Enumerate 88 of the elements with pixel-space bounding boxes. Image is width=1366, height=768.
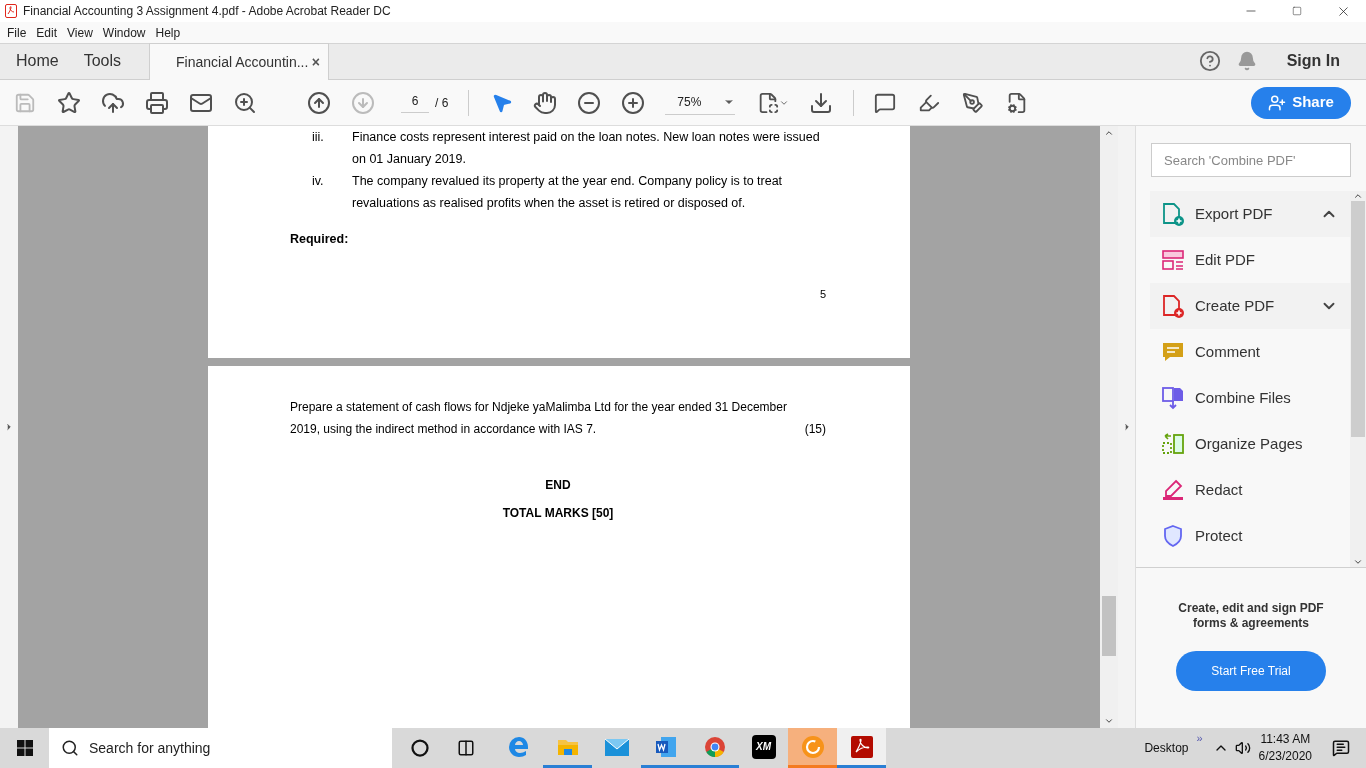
- scroll-down-icon[interactable]: [1353, 557, 1363, 567]
- cortana-icon[interactable]: [411, 739, 429, 757]
- start-trial-button[interactable]: Start Free Trial: [1176, 651, 1326, 691]
- shield-icon: [1161, 524, 1185, 548]
- zoom-out-icon[interactable]: [577, 90, 602, 115]
- hand-icon[interactable]: [533, 90, 558, 115]
- add-user-icon: [1268, 93, 1287, 112]
- scroll-down-icon[interactable]: [1104, 716, 1114, 726]
- word-icon: [653, 734, 678, 759]
- tool-item[interactable]: Edit PDF: [1150, 237, 1350, 283]
- task-view-icon[interactable]: [457, 739, 475, 757]
- promo-text: Create, edit and sign PDF forms & agreements: [1177, 601, 1325, 631]
- scrollbar-thumb[interactable]: [1102, 596, 1116, 656]
- list-marker: iii.: [311, 129, 325, 146]
- search-icon[interactable]: [233, 90, 257, 115]
- menu-item[interactable]: Help: [150, 23, 186, 42]
- tool-item[interactable]: Protect: [1150, 513, 1350, 559]
- window-title: Financial Accounting 3 Assignment 4.pdf - Adobe Acrobat Reader DC: [23, 3, 391, 20]
- help-icon[interactable]: [1198, 50, 1221, 72]
- tool-item[interactable]: Create PDF: [1150, 283, 1350, 329]
- tool-item[interactable]: Redact: [1150, 467, 1350, 513]
- edit-layout-icon: [1161, 248, 1185, 272]
- share-button[interactable]: Share: [1251, 86, 1351, 119]
- zoom-dropdown[interactable]: 75%: [665, 90, 736, 115]
- chrome-icon: [702, 734, 727, 759]
- taskbar-app[interactable]: XM: [739, 728, 788, 768]
- menu-item[interactable]: Edit: [31, 23, 63, 42]
- previous-page-icon[interactable]: [307, 90, 331, 115]
- comment-icon: [1161, 340, 1185, 364]
- page-number-field[interactable]: 6: [401, 92, 429, 113]
- pen-icon[interactable]: [962, 91, 985, 114]
- fit-page-icon[interactable]: [757, 91, 790, 114]
- menu-item[interactable]: View: [62, 23, 98, 42]
- taskbar-app[interactable]: [837, 728, 886, 768]
- combine-files-icon: [1161, 386, 1185, 410]
- page-number: 5: [819, 287, 826, 302]
- scrollbar-thumb[interactable]: [1351, 201, 1365, 437]
- page-total: / 6: [435, 94, 449, 112]
- organize-pages-icon: [1161, 432, 1185, 456]
- notifications-icon[interactable]: [1332, 739, 1350, 757]
- total-marks: TOTAL MARKS [50]: [501, 505, 615, 522]
- tool-item[interactable]: Combine Files: [1150, 375, 1350, 421]
- menu-item[interactable]: Window: [97, 23, 151, 42]
- comment-icon[interactable]: [874, 91, 897, 114]
- menu-item[interactable]: File: [2, 23, 32, 42]
- xm-app-icon: XM: [751, 734, 776, 759]
- clock[interactable]: 11:43 AM 6/23/2020: [1258, 731, 1312, 765]
- scroll-mode-icon[interactable]: [809, 90, 834, 115]
- tool-item[interactable]: Export PDF: [1150, 191, 1350, 237]
- desktop-toolbar-label[interactable]: Desktop: [1144, 739, 1189, 757]
- edge-icon: [506, 734, 531, 759]
- list-text: Finance costs represent interest paid on the loan notes. New loan notes were issued on 01 January 2019.: [352, 129, 821, 168]
- paragraph: Prepare a statement of cash flows for Ndjeke yaMalimba Ltd for the year ended 31 December 2019, using the indirect method in accordance with IAS 7.: [290, 399, 788, 438]
- taskbar-search-field[interactable]: Search for anything: [49, 728, 392, 768]
- document-tab[interactable]: Financial Accountin... ×: [149, 43, 330, 80]
- section-heading: Required:: [290, 231, 350, 248]
- pdf-app-icon: [5, 4, 17, 18]
- tool-item[interactable]: Comment: [1150, 329, 1350, 375]
- nav-tab[interactable]: Tools: [83, 43, 150, 79]
- coin-icon: [800, 734, 825, 759]
- restore-icon: [1292, 6, 1302, 16]
- star-icon[interactable]: [57, 90, 81, 115]
- print-icon[interactable]: [145, 90, 169, 115]
- marker-icon: [1161, 478, 1185, 502]
- tab-close-icon[interactable]: ×: [311, 51, 321, 73]
- end-label: END: [544, 477, 572, 494]
- scroll-up-icon[interactable]: [1353, 191, 1363, 201]
- scrollbar[interactable]: [1100, 126, 1118, 728]
- volume-icon[interactable]: [1234, 740, 1251, 756]
- list-marker: iv.: [311, 173, 325, 190]
- marks: (15): [804, 421, 826, 438]
- search-icon: [61, 739, 79, 757]
- nav-tab[interactable]: Home: [0, 43, 84, 79]
- pdf-file-icon: [1161, 202, 1185, 226]
- toolbar-chevron[interactable]: »: [1196, 729, 1203, 747]
- tool-item[interactable]: Organize Pages: [1150, 421, 1350, 467]
- sign-in-link[interactable]: Sign In: [1286, 49, 1340, 73]
- expand-left-icon[interactable]: [4, 422, 14, 432]
- pdf-file-icon: [1161, 294, 1185, 318]
- list-text: The company revalued its property at the year end. Company policy is to treat revaluations as realised profits when the asset is retired or disposed of.: [352, 173, 784, 212]
- scroll-up-icon[interactable]: [1104, 128, 1114, 138]
- scrollbar[interactable]: [1350, 191, 1366, 567]
- acrobat-icon: [849, 734, 874, 759]
- windows-icon[interactable]: [17, 740, 33, 756]
- zoom-in-icon[interactable]: [621, 90, 646, 115]
- cloud-upload-icon[interactable]: [101, 90, 125, 115]
- search-field[interactable]: Search 'Combine PDF': [1151, 143, 1351, 177]
- taskbar-app[interactable]: [788, 728, 837, 768]
